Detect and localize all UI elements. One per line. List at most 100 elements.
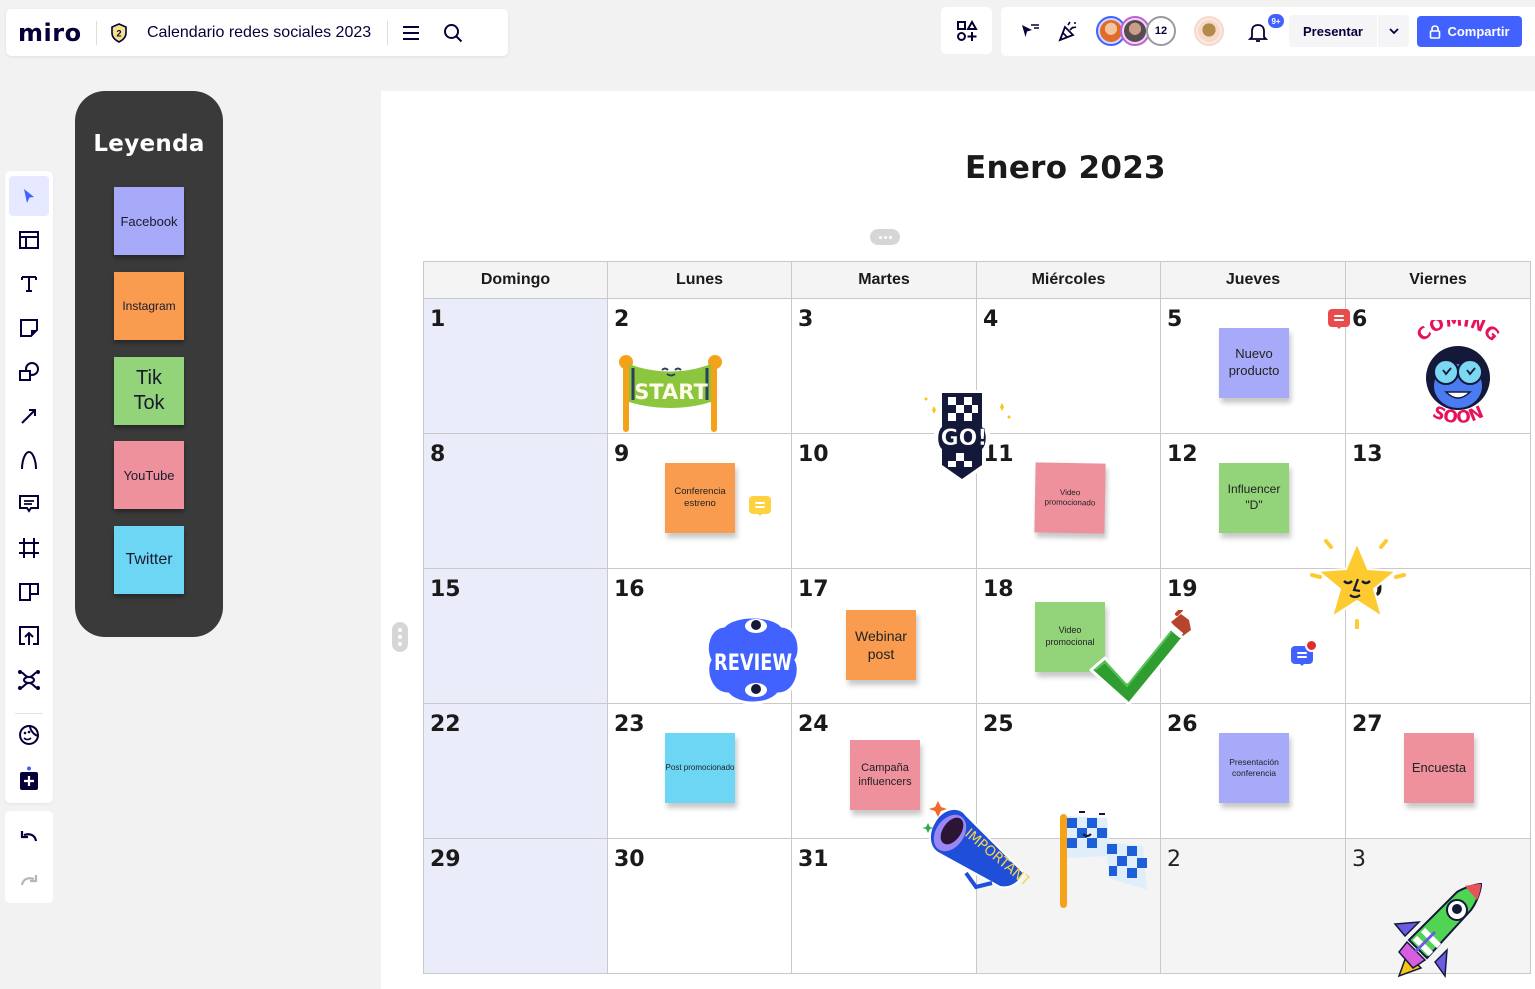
tool-select[interactable] — [9, 176, 49, 216]
tool-comment[interactable] — [9, 484, 49, 524]
frame-resize-handle[interactable] — [392, 622, 408, 652]
party-popper-icon — [1058, 21, 1077, 42]
legend-item-youtube[interactable]: YouTube — [114, 441, 184, 509]
history-toolbar — [5, 811, 53, 903]
cursor-filter-icon — [1022, 24, 1039, 37]
tool-kanban[interactable] — [9, 572, 49, 612]
cursor-filter-button[interactable] — [1013, 14, 1047, 48]
redo-icon — [20, 875, 38, 886]
board-title[interactable]: Calendario redes sociales 2023 — [147, 24, 371, 42]
tool-frame[interactable] — [9, 528, 49, 568]
svg-text:2: 2 — [116, 28, 121, 38]
important-megaphone-sticker[interactable]: IMPORTANT — [920, 795, 1030, 895]
day-number: 23 — [614, 712, 645, 737]
day-number: 25 — [983, 712, 1014, 737]
day-number: 24 — [798, 712, 829, 737]
legend-item-tiktok[interactable]: Tik Tok — [114, 357, 184, 425]
divider — [96, 20, 97, 45]
legend-panel[interactable]: Leyenda Facebook Instagram Tik Tok YouTu… — [75, 91, 223, 637]
calendar-title[interactable]: Enero 2023 — [965, 150, 1166, 186]
calendar-day-cell[interactable]: 1 — [423, 298, 608, 434]
sticky-note[interactable]: Video promocionado — [1034, 462, 1106, 534]
chevron-down-icon — [1388, 28, 1399, 34]
calendar-day-cell[interactable]: 30 — [607, 838, 792, 974]
tool-connection-line[interactable] — [9, 396, 49, 436]
weekday-header: Lunes — [607, 261, 792, 299]
tool-text[interactable] — [9, 264, 49, 304]
day-number: 16 — [614, 577, 645, 602]
sticky-note[interactable]: Encuesta — [1404, 733, 1474, 803]
frame-options-handle[interactable] — [870, 229, 900, 245]
legend-title: Leyenda — [93, 131, 205, 157]
day-number: 17 — [798, 577, 829, 602]
weekday-header: Domingo — [423, 261, 608, 299]
miro-logo[interactable]: miro — [18, 19, 88, 47]
sticky-note[interactable]: Post promocionado — [665, 733, 735, 803]
go-badge-sticker[interactable]: GO! — [920, 385, 1014, 485]
redo-button[interactable] — [9, 860, 49, 900]
calendar-day-cell[interactable]: 15 — [423, 568, 608, 704]
calendar-day-cell[interactable]: 8 — [423, 433, 608, 569]
sticky-note[interactable]: Nuevo producto — [1219, 328, 1289, 398]
plan-shield-icon[interactable]: 2 — [109, 22, 129, 43]
tool-stickers[interactable] — [9, 715, 49, 755]
sticky-note-icon — [20, 319, 38, 337]
search-button[interactable] — [436, 16, 470, 50]
shapes-icon — [19, 362, 39, 381]
calendar-day-cell[interactable]: 2 — [1160, 838, 1346, 974]
legend-item-facebook[interactable]: Facebook — [114, 187, 184, 255]
collaboration-toolbar: 12 9+ Presentar Compartir — [1001, 7, 1535, 56]
calendar-day-cell[interactable]: 29 — [423, 838, 608, 974]
mind-map-icon — [18, 670, 40, 690]
tool-pen[interactable] — [9, 440, 49, 480]
day-number: 13 — [1352, 442, 1383, 467]
current-user-avatar[interactable] — [1194, 16, 1224, 46]
comment-marker[interactable] — [1328, 309, 1350, 329]
sticky-note[interactable]: Presentación conferencia — [1219, 733, 1289, 803]
legend-item-instagram[interactable]: Instagram — [114, 272, 184, 340]
day-number: 9 — [614, 442, 630, 467]
present-options-button[interactable] — [1378, 15, 1409, 47]
tools-toolbar — [5, 171, 53, 803]
calendar-day-cell[interactable]: 22 — [423, 703, 608, 839]
menu-button[interactable] — [394, 16, 428, 50]
undo-button[interactable] — [9, 816, 49, 856]
tool-mind-map[interactable] — [9, 660, 49, 700]
checkered-flag-sticker[interactable] — [1055, 806, 1151, 910]
collaborator-count[interactable]: 12 — [1146, 16, 1176, 46]
review-badge-sticker[interactable]: REVIEW — [704, 612, 802, 706]
sticky-note[interactable]: Webinar post — [846, 610, 916, 680]
checkmark-hand-sticker[interactable] — [1085, 610, 1197, 710]
tool-more-apps[interactable] — [9, 759, 49, 799]
sticky-note[interactable]: Campaña influencers — [850, 740, 920, 810]
notification-badge: 9+ — [1268, 14, 1284, 28]
coming-soon-sticker[interactable]: COMING SOON — [1410, 320, 1506, 432]
day-number: 8 — [430, 442, 446, 467]
share-button[interactable]: Compartir — [1417, 16, 1522, 47]
frame-icon — [19, 538, 39, 558]
day-number: 27 — [1352, 712, 1383, 737]
tool-templates[interactable] — [9, 220, 49, 260]
upload-icon — [19, 626, 39, 645]
rocket-sticker[interactable] — [1385, 880, 1485, 982]
star-face-sticker[interactable] — [1310, 535, 1406, 629]
board-header: miro 2 Calendario redes sociales 2023 — [6, 9, 508, 56]
tool-shapes[interactable] — [9, 352, 49, 392]
cursor-icon — [24, 189, 34, 203]
celebrate-button[interactable] — [1051, 14, 1085, 48]
legend-item-twitter[interactable]: Twitter — [114, 526, 184, 594]
day-number: 3 — [1352, 847, 1366, 872]
svg-text:REVIEW: REVIEW — [714, 651, 792, 676]
tool-upload[interactable] — [9, 616, 49, 656]
present-button[interactable]: Presentar — [1289, 15, 1377, 47]
apps-button[interactable] — [941, 7, 992, 54]
start-banner-sticker[interactable]: START — [615, 352, 727, 436]
sticky-note[interactable]: Influencer "D" — [1219, 463, 1289, 533]
day-number: 22 — [430, 712, 461, 737]
sticky-note[interactable]: Conferencia estreno — [665, 463, 735, 533]
day-number: 3 — [798, 307, 814, 332]
tool-sticky-note[interactable] — [9, 308, 49, 348]
undo-icon — [20, 831, 38, 842]
comment-marker[interactable] — [749, 496, 771, 516]
unread-dot — [1305, 639, 1318, 652]
